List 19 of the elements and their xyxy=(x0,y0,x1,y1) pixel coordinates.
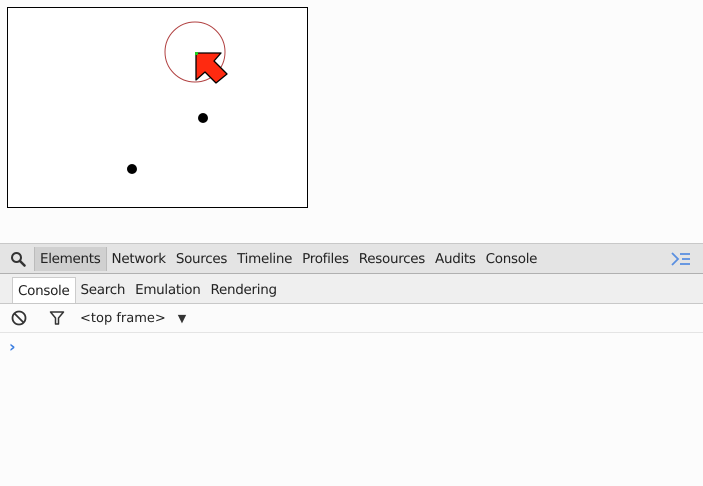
filter-icon[interactable] xyxy=(49,310,65,326)
panel-tab[interactable]: Profiles xyxy=(297,246,354,270)
panel-tab[interactable]: Console xyxy=(480,246,542,270)
drawer-tab[interactable]: Search xyxy=(76,277,130,303)
frame-selector[interactable]: <top frame> xyxy=(80,310,166,326)
dropdown-arrow[interactable]: ▼ xyxy=(178,312,186,324)
clear-console-icon[interactable] xyxy=(11,310,27,326)
drawer-tab[interactable]: Console xyxy=(12,277,76,303)
panel-tab[interactable]: Elements xyxy=(34,246,107,270)
search-icon[interactable] xyxy=(10,250,26,266)
panel-tab[interactable]: Resources xyxy=(354,246,430,270)
panel-tab[interactable]: Timeline xyxy=(232,246,298,270)
drawer-tab[interactable]: Rendering xyxy=(206,277,282,303)
drawer-tab[interactable]: Emulation xyxy=(130,277,206,303)
panel-tab[interactable]: Sources xyxy=(170,246,232,270)
console-prompt: › xyxy=(9,337,16,356)
drawer-toggle-icon[interactable] xyxy=(671,252,691,266)
panel-tab[interactable]: Network xyxy=(106,246,171,270)
panel-tab[interactable]: Audits xyxy=(430,246,481,270)
